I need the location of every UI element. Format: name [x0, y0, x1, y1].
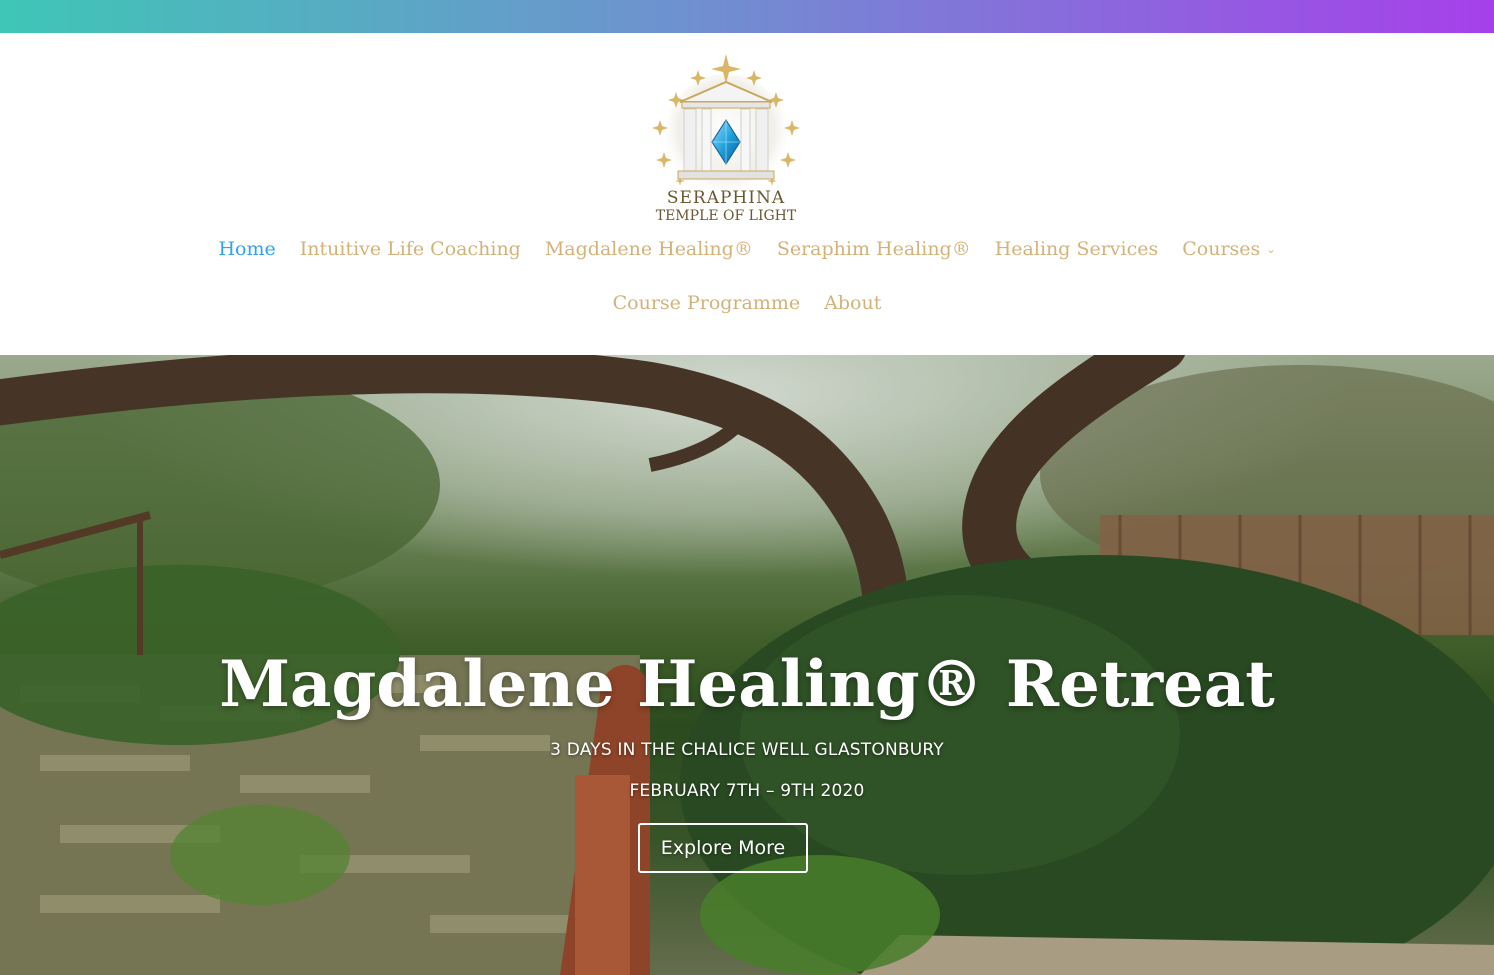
hero-title: Magdalene Healing® Retreat [219, 647, 1275, 722]
nav-item-courses-label: Courses [1182, 238, 1261, 260]
nav-item-course-programme[interactable]: Course Programme [613, 292, 801, 314]
nav-item-home[interactable]: Home [218, 238, 275, 260]
main-nav-row-2: Course Programme About [0, 292, 1494, 314]
nav-item-courses[interactable]: Courses ⌄ [1182, 238, 1275, 260]
nav-item-seraphim-healing[interactable]: Seraphim Healing® [777, 238, 971, 260]
nav-item-about[interactable]: About [824, 292, 881, 314]
nav-item-magdalene-healing[interactable]: Magdalene Healing® [545, 238, 753, 260]
hero-subtitle-dates: FEBRUARY 7TH – 9TH 2020 [629, 781, 865, 801]
temple-diamond-icon [652, 54, 800, 192]
explore-more-button[interactable]: Explore More [638, 823, 808, 873]
top-gradient-bar [0, 0, 1494, 33]
site-logo[interactable]: SERAPHINA TEMPLE OF LIGHT [642, 52, 810, 232]
nav-item-intuitive-life-coaching[interactable]: Intuitive Life Coaching [300, 238, 521, 260]
logo-text-temple: TEMPLE OF LIGHT [655, 208, 797, 224]
logo-text-seraphina: SERAPHINA [666, 188, 786, 208]
nav-item-healing-services[interactable]: Healing Services [995, 238, 1159, 260]
hero-subtitle-location: 3 DAYS IN THE CHALICE WELL GLASTONBURY [550, 740, 944, 760]
chevron-down-icon: ⌄ [1266, 242, 1276, 256]
main-nav-row-1: Home Intuitive Life Coaching Magdalene H… [0, 238, 1494, 260]
hero-banner: Magdalene Healing® Retreat 3 DAYS IN THE… [0, 355, 1494, 975]
